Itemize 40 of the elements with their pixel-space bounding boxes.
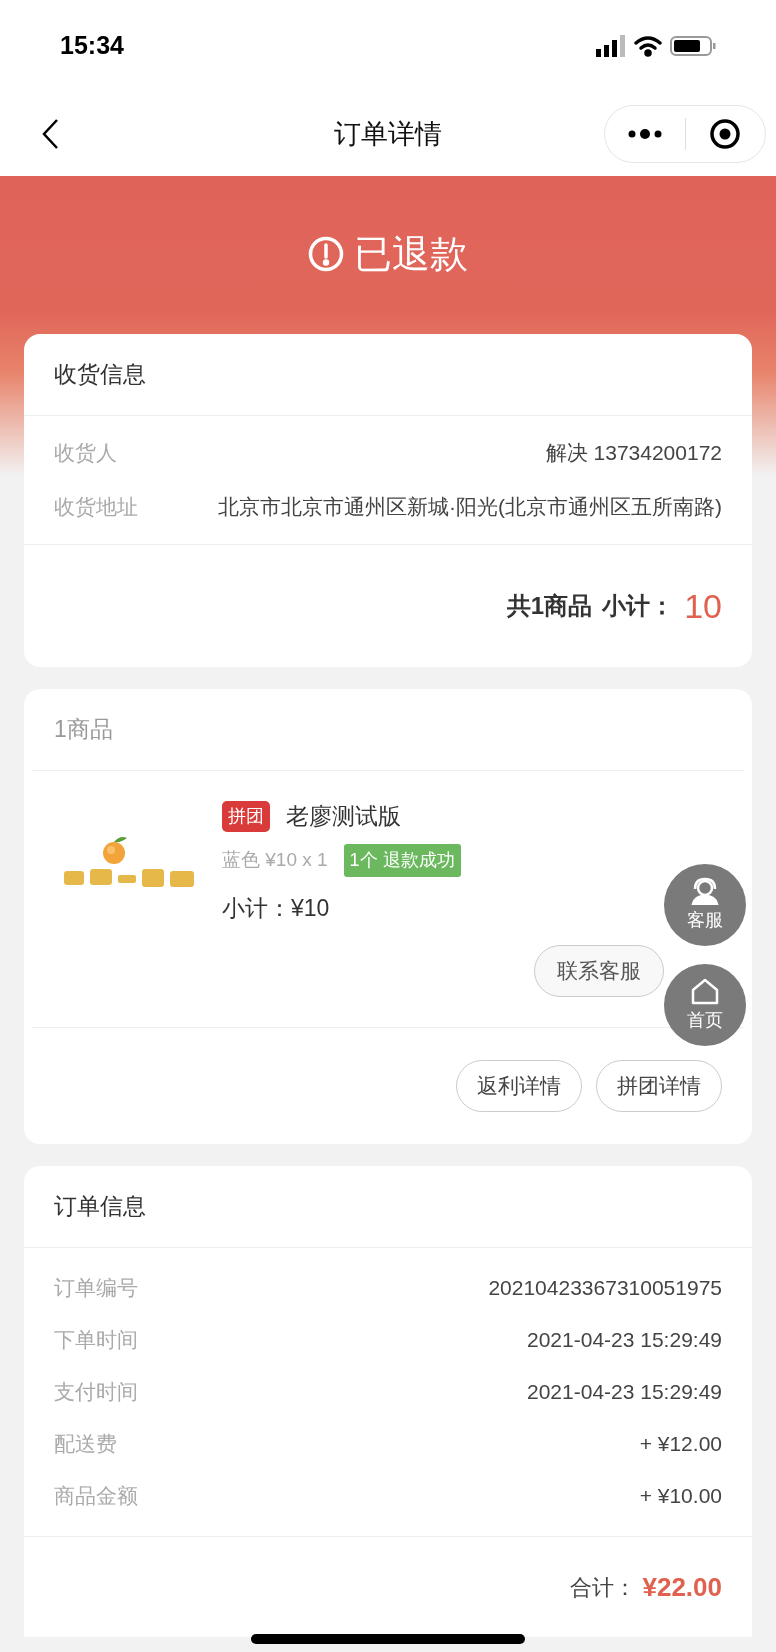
- subtotal-value: 10: [684, 585, 722, 627]
- status-time: 15:34: [60, 30, 124, 62]
- battery-icon: [670, 35, 716, 57]
- product-spec: 蓝色 ¥10 x 1: [222, 847, 328, 872]
- field-label: 收货人: [54, 440, 117, 467]
- field-label: 商品金额: [54, 1483, 138, 1510]
- target-icon: [709, 118, 742, 150]
- card-title: 1商品: [54, 715, 113, 745]
- subtotal-label: 小计：: [602, 591, 675, 621]
- field-value: + ¥10.00: [639, 1483, 722, 1510]
- back-icon: [41, 118, 59, 150]
- headset-icon: [690, 876, 720, 905]
- field-value: + ¥12.00: [639, 1431, 722, 1458]
- field-label: 收货地址: [54, 494, 138, 521]
- field-value: 2021-04-23 15:29:49: [527, 1327, 722, 1354]
- refund-badge: 1个 退款成功: [343, 843, 461, 877]
- field-label: 下单时间: [54, 1327, 138, 1354]
- group-buy-tag: 拼团: [222, 800, 270, 832]
- field-value: 北京市北京市通州区新城·阳光(北京市通州区五所南路): [218, 494, 722, 520]
- total-label: 合计：: [570, 1573, 637, 1602]
- contact-service-button[interactable]: 联系客服: [534, 945, 664, 997]
- order-status: 已退款: [354, 231, 468, 277]
- more-icon: [626, 128, 663, 140]
- field-label: 支付时间: [54, 1379, 138, 1406]
- item-count: 共1商品: [506, 591, 593, 621]
- card-title: 订单信息: [54, 1192, 146, 1222]
- field-label: 配送费: [54, 1431, 117, 1458]
- field-value: 20210423367310051975: [488, 1275, 722, 1302]
- home-icon: [689, 976, 721, 1005]
- signal-icon: [596, 35, 626, 57]
- card-title: 收货信息: [54, 360, 146, 390]
- product-name: 老廖测试版: [286, 802, 401, 831]
- total-value: ¥22.00: [642, 1570, 722, 1604]
- wifi-icon: [634, 35, 662, 57]
- page-title: 订单详情: [334, 117, 442, 151]
- field-value: 解决 13734200172: [545, 440, 722, 466]
- item-subtotal: 小计：¥10: [222, 893, 331, 923]
- field-label: 订单编号: [54, 1275, 138, 1302]
- alert-icon: [308, 236, 344, 272]
- field-value: 2021-04-23 15:29:49: [527, 1379, 722, 1406]
